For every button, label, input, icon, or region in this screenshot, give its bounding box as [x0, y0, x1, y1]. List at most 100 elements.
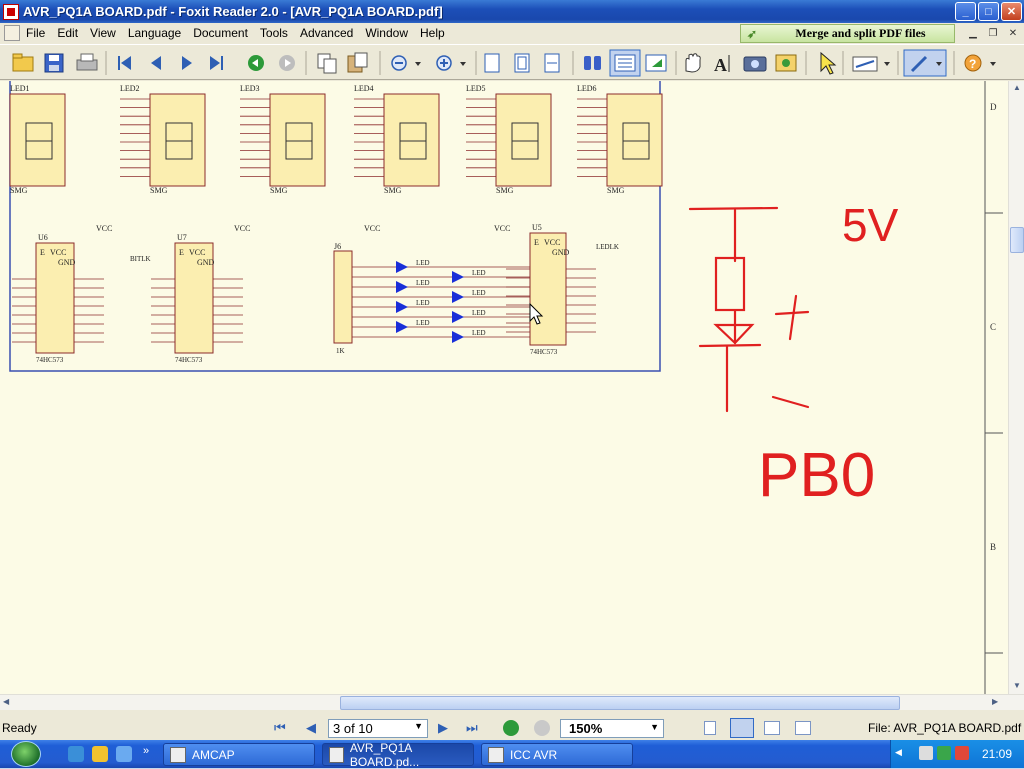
help-icon[interactable]: ? — [964, 54, 982, 72]
tray-network-icon[interactable] — [919, 746, 933, 760]
quicklaunch-ie-icon[interactable] — [116, 746, 132, 762]
quicklaunch-globe-icon[interactable] — [68, 746, 84, 762]
foxit-task-icon — [329, 746, 344, 763]
first-page-icon[interactable] — [118, 56, 131, 70]
menu-advanced[interactable]: Advanced — [294, 26, 359, 40]
bookmark-icon[interactable] — [645, 54, 667, 72]
led-diode-a — [396, 261, 408, 273]
zoom-field[interactable]: 150% ▼ — [560, 719, 664, 738]
document-window-controls: ▁ ❐ ✕ — [964, 25, 1024, 41]
zoom-in-icon[interactable] — [436, 55, 452, 71]
forward-icon[interactable] — [279, 55, 295, 71]
fit-width-icon[interactable] — [544, 53, 560, 73]
vcc-label-1: VCC — [234, 224, 250, 233]
smg-label: SMG — [607, 186, 625, 195]
document-menu-icon[interactable] — [4, 25, 20, 41]
close-button[interactable]: ✕ — [1001, 2, 1022, 21]
led-body — [9, 93, 66, 187]
status-first-page-icon[interactable]: ⏮ — [274, 720, 286, 736]
scroll-down-icon[interactable]: ▼ — [1013, 681, 1021, 690]
hand-tool-icon[interactable] — [685, 53, 701, 73]
typewriter-icon[interactable] — [852, 56, 878, 72]
smg-label: SMG — [10, 186, 28, 195]
menu-help[interactable]: Help — [414, 26, 451, 40]
svg-text:A: A — [714, 55, 727, 75]
toolbar-icons: A ? — [12, 49, 996, 77]
status-next-page-icon[interactable]: ▶ — [438, 720, 448, 736]
menu-window[interactable]: Window — [359, 26, 414, 40]
menu-document[interactable]: Document — [187, 26, 254, 40]
tray-expand-icon[interactable]: ◀ — [895, 747, 902, 758]
tray-security-icon[interactable] — [955, 746, 969, 760]
last-page-icon[interactable] — [210, 56, 223, 70]
back-icon[interactable] — [248, 55, 264, 71]
doc-close-button[interactable]: ✕ — [1004, 25, 1022, 41]
start-button[interactable] — [4, 740, 48, 768]
facing-view-icon[interactable] — [764, 721, 780, 735]
merge-split-ad-button[interactable]: ➶ Merge and split PDF files — [740, 24, 955, 43]
print-icon[interactable] — [76, 53, 98, 71]
led-diode-a — [396, 281, 408, 293]
amcap-task-icon — [170, 746, 186, 763]
status-last-page-icon[interactable]: ⏭ — [466, 720, 478, 736]
foxit-app-icon[interactable] — [3, 3, 19, 20]
next-page-icon[interactable] — [182, 56, 192, 70]
continuous-facing-icon[interactable] — [795, 721, 811, 735]
task-foxit[interactable]: AVR_PQ1A BOARD.pd... — [322, 741, 474, 769]
snapshot-icon[interactable] — [743, 56, 767, 72]
copy-icon[interactable] — [317, 53, 337, 74]
menu-edit[interactable]: Edit — [51, 26, 84, 40]
tray-check-icon[interactable] — [937, 746, 951, 760]
scroll-up-icon[interactable]: ▲ — [1013, 83, 1021, 92]
menu-language[interactable]: Language — [122, 26, 187, 40]
paste-icon[interactable] — [347, 52, 368, 73]
continuous-view-icon[interactable] — [730, 718, 754, 738]
open-icon[interactable] — [12, 53, 34, 72]
save-icon[interactable] — [44, 53, 64, 73]
find-icon[interactable] — [584, 56, 601, 70]
windows-orb-icon — [11, 741, 41, 767]
quicklaunch-qq-icon[interactable] — [92, 746, 108, 762]
image-tool-icon[interactable] — [775, 54, 797, 72]
task-icc-avr[interactable]: ICC AVR — [481, 743, 633, 766]
minimize-button[interactable]: _ — [955, 2, 976, 21]
scroll-left-icon[interactable]: ◀ — [3, 697, 9, 706]
schematic-page: D C B LED1 SMG LED2 SMG LED3 SMG LED4 SMG LED5 SM… — [9, 81, 1003, 694]
pdf-document-view[interactable]: D C B LED1 SMG LED2 SMG LED3 SMG LED4 SMG LED5 SM… — [0, 81, 1008, 694]
doc-minimize-button[interactable]: ▁ — [964, 25, 982, 41]
seven-segment-displays: LED1 SMG LED2 SMG LED3 SMG LED4 SMG LED5 SMG LED6 S… — [9, 84, 663, 195]
vertical-scrollbar[interactable]: ▲ ▼ — [1008, 81, 1024, 694]
menu-view[interactable]: View — [84, 26, 122, 40]
chip-e-label: E — [534, 238, 539, 247]
led-text-a: LED — [416, 319, 430, 327]
horizontal-scroll-thumb[interactable] — [340, 696, 900, 710]
menu-tools[interactable]: Tools — [254, 26, 294, 40]
menu-file[interactable]: File — [20, 26, 51, 40]
select-arrow-icon[interactable] — [820, 51, 837, 75]
chip-vcc-label: VCC — [544, 238, 560, 247]
single-page-icon[interactable] — [704, 721, 716, 735]
status-back-icon[interactable] — [503, 720, 519, 736]
task-amcap[interactable]: AMCAP — [163, 743, 315, 766]
scroll-right-icon[interactable]: ▶ — [992, 697, 998, 706]
chip-part-number: 74HC573 — [530, 348, 558, 356]
zoom-out-icon[interactable] — [391, 55, 407, 71]
horizontal-scrollbar[interactable]: ◀ ▶ — [0, 694, 1024, 710]
text-select-icon[interactable]: A — [714, 55, 730, 75]
fit-page-icon[interactable] — [514, 53, 530, 73]
doc-restore-button[interactable]: ❐ — [984, 25, 1002, 41]
continuous-icon[interactable] — [614, 54, 636, 72]
page-dropdown-icon[interactable]: ▼ — [414, 721, 423, 731]
status-prev-page-icon[interactable]: ◀ — [306, 720, 316, 736]
page-number-field[interactable]: 3 of 10 ▼ — [328, 719, 428, 738]
status-forward-icon[interactable] — [534, 720, 550, 736]
page-number-value: 3 of 10 — [333, 721, 373, 736]
title-bar[interactable]: AVR_PQ1A BOARD.pdf - Foxit Reader 2.0 - … — [0, 0, 1024, 23]
maximize-button[interactable]: □ — [978, 2, 999, 21]
vertical-scroll-thumb[interactable] — [1010, 227, 1024, 253]
zoom-dropdown-icon[interactable]: ▼ — [650, 722, 659, 732]
prev-page-icon[interactable] — [151, 56, 161, 70]
actual-size-icon[interactable] — [484, 53, 500, 73]
chip-u7: U7 74HC573 E VCCGND — [151, 233, 243, 364]
quicklaunch-more-icon[interactable]: » — [143, 745, 149, 757]
